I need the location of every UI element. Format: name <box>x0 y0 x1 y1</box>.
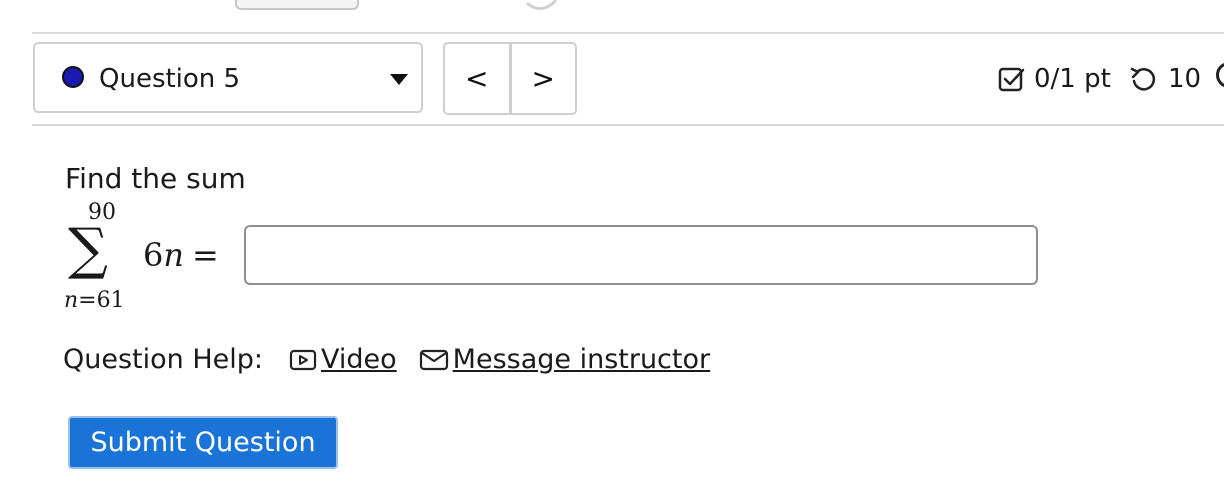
header-divider-bottom <box>32 124 1224 126</box>
retry-icon <box>1130 67 1156 91</box>
retry-display: 10 <box>1128 64 1201 94</box>
submit-question-button[interactable]: Submit Question <box>68 416 338 469</box>
top-partial-button[interactable] <box>235 0 359 10</box>
video-icon <box>289 349 317 370</box>
equals-sign: = <box>192 236 219 274</box>
envelope-icon <box>419 349 448 370</box>
points-text: 0/1 pt <box>1034 64 1111 94</box>
message-instructor-link[interactable]: Message instructor <box>419 344 710 375</box>
header-divider-top <box>32 32 1224 34</box>
chevron-down-icon <box>390 74 408 85</box>
next-question-button[interactable]: > <box>512 44 576 113</box>
question-nav: < > <box>443 42 577 115</box>
previous-question-button[interactable]: < <box>445 44 512 113</box>
sum-term: 6n <box>143 236 184 274</box>
question-selector[interactable]: Question 5 <box>33 42 423 113</box>
question-status-dot <box>62 66 84 88</box>
video-link[interactable]: Video <box>289 344 397 375</box>
message-instructor-label: Message instructor <box>452 344 711 375</box>
retries-text: 10 <box>1168 64 1202 94</box>
question-help-label: Question Help: <box>63 344 263 375</box>
video-link-label: Video <box>321 344 397 375</box>
clock-icon <box>1216 62 1224 88</box>
score-display: 0/1 pt <box>998 64 1111 94</box>
sum-lower-limit: n=61 <box>64 288 125 313</box>
question-help: Question Help: Video Message instructor <box>63 344 710 375</box>
answer-input[interactable] <box>244 225 1038 285</box>
checkbox-icon <box>998 67 1025 92</box>
question-selector-label: Question 5 <box>99 64 241 94</box>
question-prompt: Find the sum <box>65 162 246 195</box>
top-partial-icon <box>520 0 560 10</box>
sigma-symbol: ∑ <box>68 217 108 282</box>
